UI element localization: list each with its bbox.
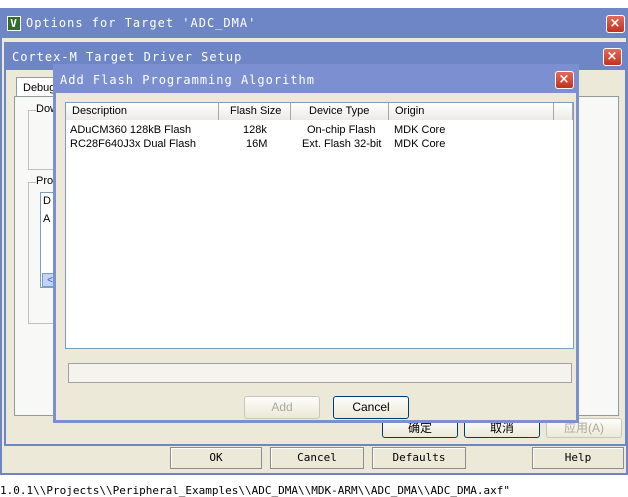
column-device-type[interactable]: Device Type [291, 103, 389, 120]
row-size: 128k [243, 124, 267, 136]
defaults-button[interactable]: Defaults [372, 447, 466, 469]
list-header: Description Flash Size Device Type Origi… [66, 103, 573, 120]
column-filler [554, 103, 573, 120]
dialog-title: Add Flash Programming Algorithm [60, 73, 315, 87]
column-origin[interactable]: Origin [389, 103, 554, 120]
add-button[interactable]: Add [244, 396, 320, 419]
close-icon[interactable]: × [603, 48, 622, 66]
status-path: 1.0.1\\Projects\\Peripheral_Examples\\AD… [0, 484, 628, 497]
row-description: ADuCM360 128kB Flash [70, 124, 192, 136]
add-flash-dialog: Add Flash Programming Algorithm × Descri… [53, 64, 579, 423]
options-title: Options for Target 'ADC_DMA' [26, 16, 257, 30]
options-titlebar[interactable]: V Options for Target 'ADC_DMA' × [2, 10, 626, 38]
row-origin: MDK Core [394, 138, 446, 150]
list-row[interactable]: ADuCM360 128kB Flash 128k On-chip Flash … [66, 124, 573, 138]
row-origin: MDK Core [394, 124, 446, 136]
row-size: 16M [246, 138, 268, 150]
row-type: Ext. Flash 32-bit [302, 138, 382, 150]
dialog-cancel-button[interactable]: Cancel [333, 396, 409, 419]
programming-group-label: Pro [36, 175, 54, 187]
help-button[interactable]: Help [532, 447, 624, 469]
column-description[interactable]: Description [66, 103, 219, 120]
column-flash-size[interactable]: Flash Size [219, 103, 291, 120]
uvision-icon: V [7, 16, 21, 31]
algorithm-list[interactable]: Description Flash Size Device Type Origi… [65, 102, 574, 349]
row-type: On-chip Flash [307, 124, 376, 136]
driver-title: Cortex-M Target Driver Setup [12, 50, 243, 64]
list-row-stub: A [43, 213, 51, 225]
row-description: RC28F640J3x Dual Flash [70, 138, 196, 150]
ok-button[interactable]: OK [170, 447, 262, 469]
list-header-stub: D [43, 195, 51, 207]
cancel-button[interactable]: Cancel [270, 447, 364, 469]
close-icon[interactable]: × [555, 71, 574, 89]
list-row[interactable]: RC28F640J3x Dual Flash 16M Ext. Flash 32… [66, 138, 573, 152]
dialog-titlebar[interactable]: Add Flash Programming Algorithm × [56, 67, 576, 93]
close-icon[interactable]: × [606, 15, 625, 33]
path-field[interactable] [68, 363, 572, 383]
